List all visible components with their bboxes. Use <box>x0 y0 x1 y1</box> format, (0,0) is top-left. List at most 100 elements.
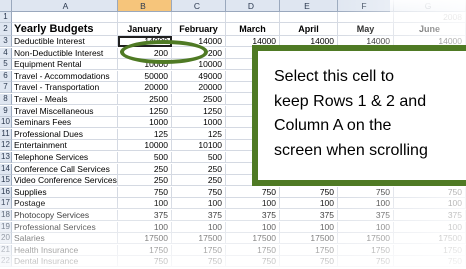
value-cell[interactable]: 20000 <box>172 82 226 94</box>
month-header[interactable]: February <box>172 23 226 36</box>
cell[interactable] <box>338 12 394 23</box>
column-header-g[interactable]: G <box>394 0 466 12</box>
value-cell[interactable]: 20000 <box>118 82 172 94</box>
value-cell[interactable]: 17500 <box>338 233 394 245</box>
value-cell[interactable]: 375 <box>280 210 338 221</box>
row-number[interactable]: 14 <box>0 163 12 175</box>
value-cell[interactable]: 750 <box>118 186 172 198</box>
row-number[interactable]: 17 <box>0 198 12 210</box>
row-label-cell[interactable]: Health Insurance <box>12 244 118 256</box>
column-header-b[interactable]: B <box>118 0 172 12</box>
value-cell[interactable]: 375 <box>394 210 466 221</box>
row-label-cell[interactable]: Salaries <box>12 233 118 245</box>
value-cell[interactable]: 100 <box>338 198 394 210</box>
row-label-cell[interactable]: Photocopy Services <box>12 210 118 221</box>
column-header-a[interactable]: A <box>12 0 118 12</box>
value-cell[interactable]: 750 <box>338 186 394 198</box>
value-cell[interactable]: 100 <box>118 221 172 233</box>
row-label-cell[interactable]: Travel Miscellaneous <box>12 105 118 117</box>
value-cell[interactable]: 100 <box>280 198 338 210</box>
value-cell[interactable]: 200 <box>172 47 226 59</box>
row-label-cell[interactable]: Travel - Transportation <box>12 82 118 94</box>
row-number[interactable]: 3 <box>0 36 12 47</box>
value-cell[interactable]: 100 <box>226 221 280 233</box>
value-cell[interactable]: 750 <box>226 256 280 268</box>
value-cell[interactable]: 750 <box>172 186 226 198</box>
row-number[interactable]: 19 <box>0 221 12 233</box>
value-cell[interactable]: 100 <box>394 221 466 233</box>
row-number[interactable]: 8 <box>0 94 12 105</box>
row-number[interactable]: 6 <box>0 70 12 82</box>
row-number[interactable]: 4 <box>0 47 12 59</box>
row-number[interactable]: 20 <box>0 233 12 245</box>
month-header[interactable]: April <box>280 23 338 36</box>
row-label-cell[interactable]: Equipment Rental <box>12 59 118 71</box>
row-number[interactable]: 10 <box>0 117 12 129</box>
month-header[interactable]: May <box>338 23 394 36</box>
value-cell[interactable]: 250 <box>172 175 226 187</box>
value-cell[interactable]: 375 <box>172 210 226 221</box>
value-cell[interactable]: 100 <box>280 221 338 233</box>
cell[interactable] <box>118 12 172 23</box>
value-cell[interactable]: 750 <box>280 256 338 268</box>
value-cell[interactable]: 10100 <box>172 140 226 152</box>
value-cell[interactable]: 1750 <box>338 244 394 256</box>
value-cell[interactable]: 1750 <box>172 244 226 256</box>
value-cell[interactable]: 1750 <box>118 244 172 256</box>
row-label-cell[interactable]: Seminars Fees <box>12 117 118 129</box>
row-number[interactable]: 7 <box>0 82 12 94</box>
value-cell[interactable]: 10000 <box>172 59 226 71</box>
value-cell[interactable]: 2500 <box>118 94 172 105</box>
column-header-c[interactable]: C <box>172 0 226 12</box>
value-cell[interactable]: 750 <box>280 186 338 198</box>
value-cell[interactable]: 10000 <box>118 140 172 152</box>
row-number[interactable]: 18 <box>0 210 12 221</box>
row-label-cell[interactable]: Deductible Interest <box>12 36 118 47</box>
value-cell[interactable]: 1250 <box>118 105 172 117</box>
value-cell[interactable]: 500 <box>118 152 172 163</box>
column-header-d[interactable]: D <box>226 0 280 12</box>
cell[interactable] <box>226 12 280 23</box>
value-cell[interactable]: 17500 <box>118 233 172 245</box>
value-cell[interactable]: 2500 <box>172 94 226 105</box>
value-cell[interactable]: 100 <box>338 221 394 233</box>
month-header[interactable]: June <box>394 23 466 36</box>
row-label-cell[interactable]: Dental Insurance <box>12 256 118 268</box>
value-cell[interactable]: 250 <box>118 163 172 175</box>
value-cell[interactable]: 100 <box>118 198 172 210</box>
value-cell[interactable]: 14000 <box>172 36 226 47</box>
column-header-e[interactable]: E <box>280 0 338 12</box>
cell[interactable] <box>12 12 118 23</box>
value-cell[interactable]: 100 <box>226 198 280 210</box>
row-number[interactable]: 21 <box>0 244 12 256</box>
value-cell[interactable]: 750 <box>226 186 280 198</box>
value-cell[interactable]: 17500 <box>394 233 466 245</box>
column-header-f[interactable]: F <box>338 0 394 12</box>
value-cell[interactable]: 100 <box>172 221 226 233</box>
row-number[interactable]: 9 <box>0 105 12 117</box>
value-cell[interactable]: 750 <box>338 256 394 268</box>
value-cell[interactable]: 250 <box>172 163 226 175</box>
value-cell[interactable]: 750 <box>172 256 226 268</box>
row-number[interactable]: 1 <box>0 12 12 23</box>
value-cell[interactable]: 1000 <box>118 117 172 129</box>
cell[interactable] <box>280 12 338 23</box>
value-cell[interactable]: 1250 <box>172 105 226 117</box>
row-number[interactable]: 11 <box>0 128 12 140</box>
row-number[interactable]: 22 <box>0 256 12 268</box>
row-label-cell[interactable]: Travel - Accommodations <box>12 70 118 82</box>
selected-cell-b3[interactable]: 14000 <box>118 36 172 47</box>
select-all-corner[interactable] <box>0 0 12 12</box>
value-cell[interactable]: 125 <box>172 128 226 140</box>
month-header[interactable]: January <box>118 23 172 36</box>
value-cell[interactable]: 50000 <box>118 70 172 82</box>
value-cell[interactable]: 100 <box>172 198 226 210</box>
row-label-cell[interactable]: Non-Deductible Interest <box>12 47 118 59</box>
row-label-cell[interactable]: Postage <box>12 198 118 210</box>
value-cell[interactable]: 125 <box>118 128 172 140</box>
row-label-cell[interactable]: Professional Dues <box>12 128 118 140</box>
value-cell[interactable]: 500 <box>172 152 226 163</box>
value-cell[interactable]: 100 <box>394 198 466 210</box>
value-cell[interactable]: 17500 <box>280 233 338 245</box>
row-number[interactable]: 12 <box>0 140 12 152</box>
